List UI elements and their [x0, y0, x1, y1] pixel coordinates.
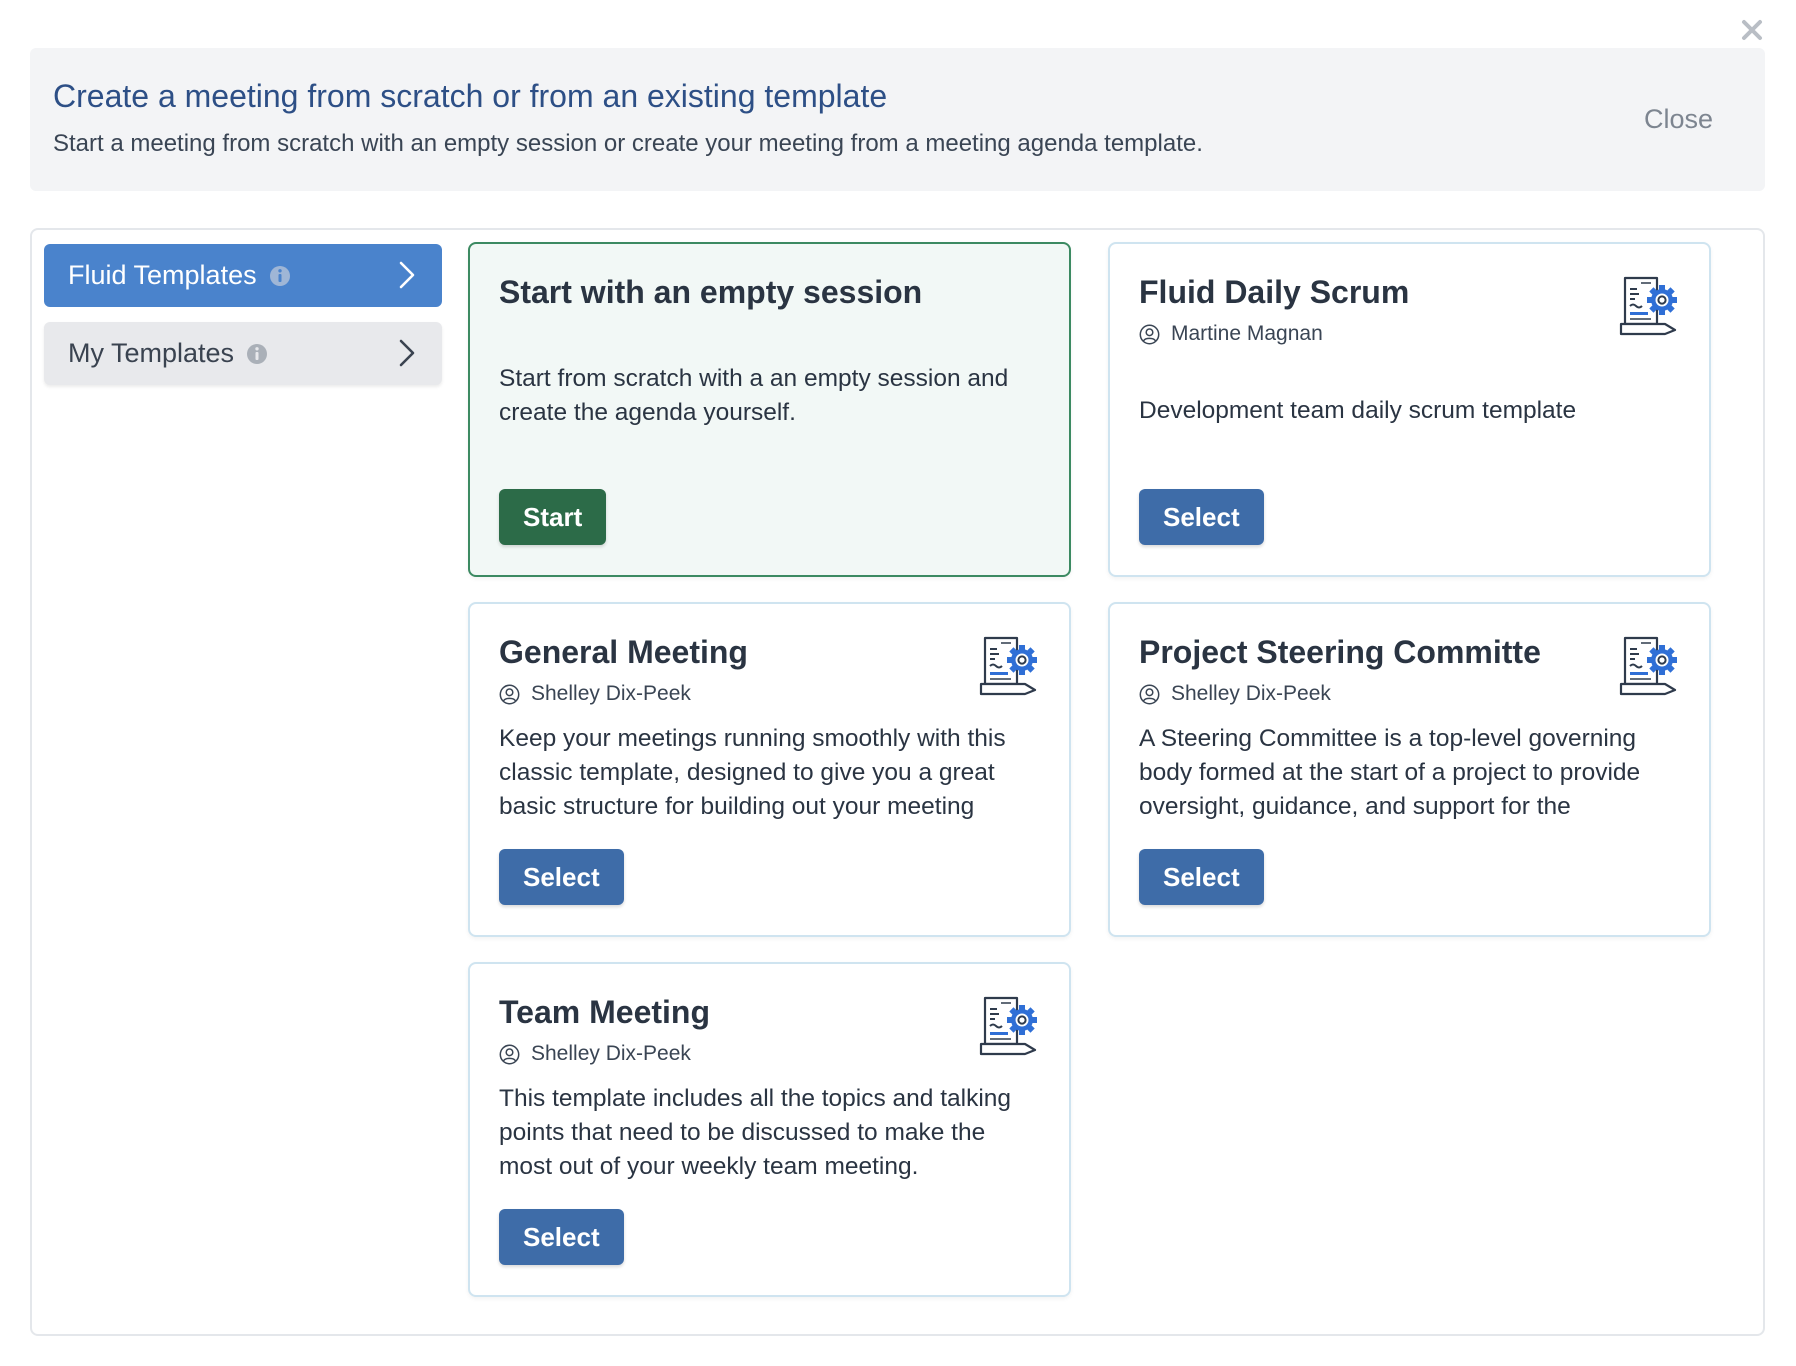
select-button[interactable]: Select [1139, 849, 1264, 905]
select-button[interactable]: Select [1139, 489, 1264, 545]
template-card: Fluid Daily Scrum Martine Magnan Develop… [1108, 242, 1711, 577]
card-title: Team Meeting [499, 994, 710, 1030]
create-meeting-dialog: Create a meeting from scratch or from an… [0, 0, 1796, 1366]
info-icon[interactable] [246, 343, 268, 365]
dialog-header: Create a meeting from scratch or from an… [30, 48, 1765, 191]
chevron-right-icon [398, 260, 416, 290]
card-description: Keep your meetings running smoothly with… [499, 725, 1006, 820]
user-circle-icon [1139, 324, 1160, 345]
card-description: Development team daily scrum template [1139, 397, 1577, 424]
card-author: Martine Magnan [1139, 322, 1323, 346]
card-author-name: Shelley Dix-Peek [1171, 682, 1331, 705]
dialog-title: Create a meeting from scratch or from an… [53, 78, 888, 114]
card-description: A Steering Committee is a top-level gove… [1139, 725, 1641, 820]
user-circle-icon [1139, 684, 1160, 705]
info-icon[interactable] [269, 265, 291, 287]
close-button[interactable]: Close [1644, 104, 1713, 135]
chevron-right-icon [398, 338, 416, 368]
card-author-name: Shelley Dix-Peek [531, 1042, 691, 1065]
template-document-gear-icon [1617, 274, 1679, 336]
template-card: Project Steering Committe Shelley Dix-Pe… [1108, 602, 1711, 937]
select-button[interactable]: Select [499, 849, 624, 905]
card-author-name: Shelley Dix-Peek [531, 682, 691, 705]
sidebar-item-label: My Templates [68, 338, 235, 368]
template-document-gear-icon [977, 994, 1039, 1056]
dialog-subtitle: Start a meeting from scratch with an emp… [53, 130, 1203, 157]
start-button[interactable]: Start [499, 489, 607, 545]
select-button[interactable]: Select [499, 1209, 624, 1265]
template-document-gear-icon [977, 634, 1039, 696]
template-card: Team Meeting Shelley Dix-Peek This templ… [468, 962, 1071, 1297]
card-author: Shelley Dix-Peek [499, 1042, 691, 1066]
card-author-name: Martine Magnan [1171, 322, 1323, 345]
sidebar-item-fluid-templates[interactable]: Fluid Templates [44, 244, 442, 307]
template-card: General Meeting Shelley Dix-Peek Keep yo… [468, 602, 1071, 937]
card-title: Start with an empty session [499, 274, 923, 310]
card-title: Project Steering Committe [1139, 634, 1541, 670]
card-title: General Meeting [499, 634, 748, 670]
card-title: Fluid Daily Scrum [1139, 274, 1410, 310]
empty-session-card: Start with an empty session Start from s… [468, 242, 1071, 577]
close-x-icon[interactable] [1738, 16, 1766, 44]
template-document-gear-icon [1617, 634, 1679, 696]
card-description: This template includes all the topics an… [499, 1085, 1012, 1180]
card-author: Shelley Dix-Peek [499, 682, 691, 706]
card-description: Start from scratch with a an empty sessi… [499, 365, 1009, 426]
sidebar-item-my-templates[interactable]: My Templates [44, 322, 442, 385]
user-circle-icon [499, 684, 520, 705]
sidebar-item-label: Fluid Templates [68, 260, 257, 290]
user-circle-icon [499, 1044, 520, 1065]
card-author: Shelley Dix-Peek [1139, 682, 1331, 706]
